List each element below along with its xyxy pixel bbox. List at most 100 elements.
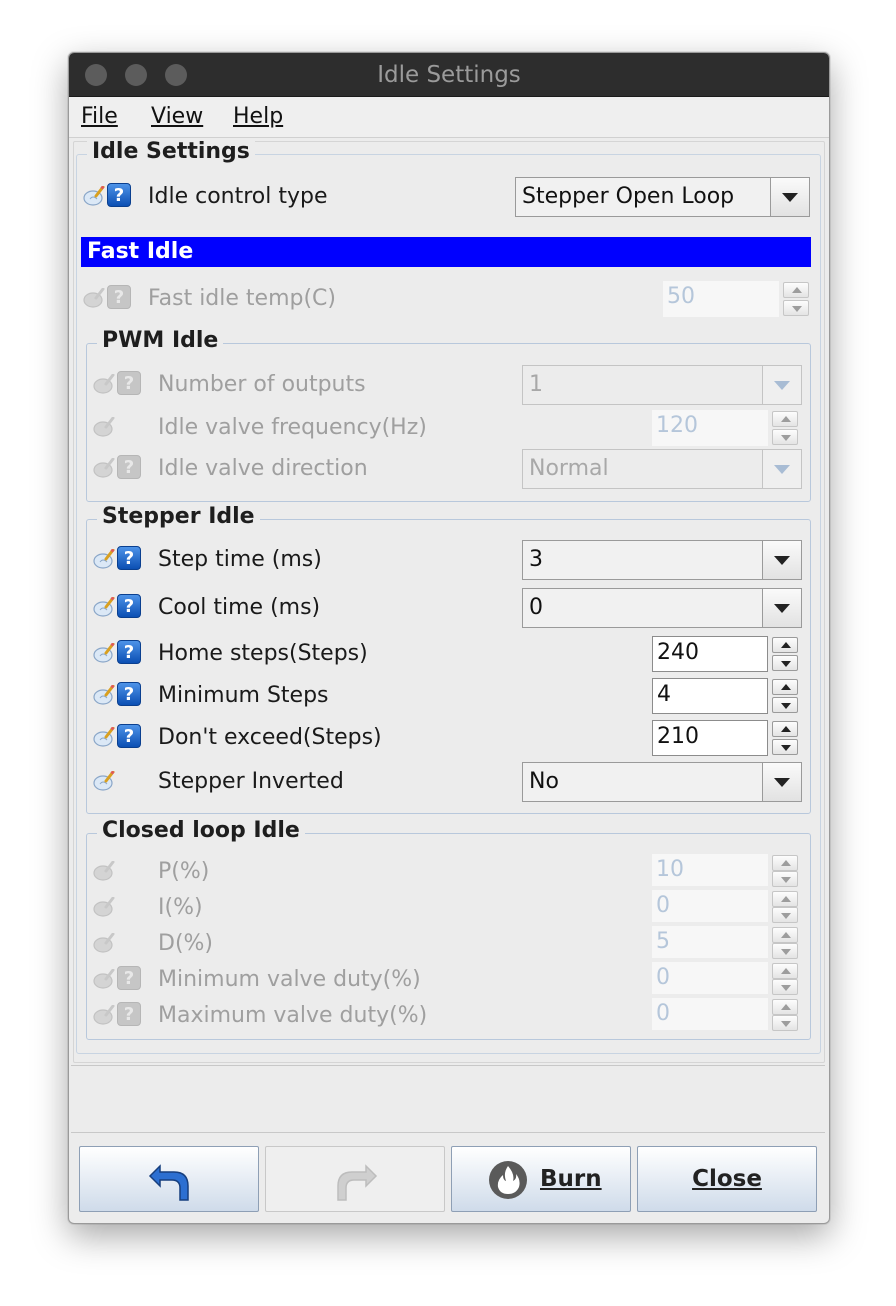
edit-flask-icon[interactable] xyxy=(93,771,115,791)
chevron-down-icon[interactable] xyxy=(762,763,801,801)
p-input: 10 xyxy=(652,854,768,886)
home-steps-label: Home steps(Steps) xyxy=(158,641,368,666)
idle-valve-direction-select: Normal xyxy=(522,449,802,489)
edit-flask-icon xyxy=(83,288,105,308)
idle-valve-frequency-row: Idle valve frequency(Hz) 120 xyxy=(87,408,810,448)
close-button[interactable]: Close xyxy=(637,1146,817,1212)
edit-flask-icon[interactable] xyxy=(93,643,115,663)
spin-up-arrow-icon xyxy=(783,282,809,298)
closed-loop-idle-group: Closed loop Idle P(%) 10 I(%) 0 D(%) 5 ?… xyxy=(86,818,811,1040)
idle-settings-group-title: Idle Settings xyxy=(87,139,255,164)
pwm-idle-group: PWM Idle ? Number of outputs 1 Idle valv… xyxy=(86,328,811,502)
edit-flask-icon[interactable] xyxy=(83,186,105,206)
minimum-steps-row: ? Minimum Steps 4 xyxy=(87,676,810,716)
chevron-down-icon[interactable] xyxy=(762,589,801,627)
edit-flask-icon xyxy=(93,897,115,917)
edit-flask-icon[interactable] xyxy=(93,685,115,705)
menu-file[interactable]: File xyxy=(81,104,118,129)
dont-exceed-input[interactable]: 210 xyxy=(652,720,768,756)
spin-down-arrow-icon xyxy=(772,979,798,995)
idle-settings-group: Idle Settings ? Idle control type Steppe… xyxy=(76,139,821,1054)
spin-down-arrow-icon xyxy=(772,871,798,887)
spin-up-arrow-icon[interactable] xyxy=(772,637,798,653)
spin-up-arrow-icon[interactable] xyxy=(772,721,798,737)
fast-idle-temp-row: ? Fast idle temp(C) 50 xyxy=(77,279,820,319)
redo-button[interactable] xyxy=(265,1146,445,1212)
edit-flask-icon[interactable] xyxy=(93,549,115,569)
spin-down-arrow-icon[interactable] xyxy=(772,655,798,671)
menu-view[interactable]: View xyxy=(151,104,203,129)
help-icon[interactable]: ? xyxy=(117,640,141,664)
number-of-outputs-row: ? Number of outputs 1 xyxy=(87,365,810,405)
help-icon[interactable]: ? xyxy=(117,594,141,618)
idle-control-type-label: Idle control type xyxy=(148,184,328,209)
p-row: P(%) 10 xyxy=(87,852,810,892)
help-icon: ? xyxy=(117,1002,141,1026)
d-input: 5 xyxy=(652,926,768,958)
dont-exceed-label: Don't exceed(Steps) xyxy=(158,725,382,750)
edit-flask-icon xyxy=(93,458,115,478)
cool-time-select[interactable]: 0 xyxy=(522,588,802,628)
menu-help[interactable]: Help xyxy=(233,104,283,129)
help-icon[interactable]: ? xyxy=(117,724,141,748)
idle-control-type-select[interactable]: Stepper Open Loop xyxy=(515,177,810,217)
edit-flask-icon[interactable] xyxy=(93,597,115,617)
edit-flask-icon xyxy=(93,861,115,881)
window-title: Idle Settings xyxy=(377,62,521,88)
undo-button[interactable] xyxy=(79,1146,259,1212)
spin-up-arrow-icon xyxy=(772,927,798,943)
spin-up-arrow-icon xyxy=(772,855,798,871)
burn-label: Burn xyxy=(540,1166,602,1192)
cool-time-row: ? Cool time (ms) 0 xyxy=(87,588,810,628)
chevron-down-icon[interactable] xyxy=(770,178,809,216)
stepper-inverted-select[interactable]: No xyxy=(522,762,802,802)
maximum-valve-duty-row: ? Maximum valve duty(%) 0 xyxy=(87,996,810,1036)
spin-down-arrow-icon xyxy=(783,300,809,316)
burn-button[interactable]: Burn xyxy=(451,1146,631,1212)
closed-loop-idle-group-title: Closed loop Idle xyxy=(97,818,305,843)
flame-icon xyxy=(489,1161,527,1199)
stepper-idle-group-title: Stepper Idle xyxy=(97,504,260,529)
stepper-inverted-row: Stepper Inverted No xyxy=(87,762,810,802)
help-icon[interactable]: ? xyxy=(107,183,131,207)
fast-idle-temp-input: 50 xyxy=(663,281,779,317)
edit-flask-icon[interactable] xyxy=(93,727,115,747)
spin-down-arrow-icon xyxy=(772,907,798,923)
edit-flask-icon xyxy=(93,417,115,437)
help-icon: ? xyxy=(117,966,141,990)
idle-valve-frequency-label: Idle valve frequency(Hz) xyxy=(158,415,427,440)
minimum-valve-duty-row: ? Minimum valve duty(%) 0 xyxy=(87,960,810,1000)
home-steps-input[interactable]: 240 xyxy=(652,636,768,672)
spin-down-arrow-icon xyxy=(772,429,798,445)
help-icon[interactable]: ? xyxy=(117,546,141,570)
chevron-down-icon xyxy=(762,450,801,488)
d-row: D(%) 5 xyxy=(87,924,810,964)
edit-flask-icon xyxy=(93,1005,115,1025)
title-bar[interactable]: Idle Settings xyxy=(69,53,829,97)
help-icon[interactable]: ? xyxy=(117,682,141,706)
minimum-valve-duty-input: 0 xyxy=(652,962,768,994)
spin-up-arrow-icon xyxy=(772,411,798,427)
spin-down-arrow-icon[interactable] xyxy=(772,739,798,755)
step-time-select[interactable]: 3 xyxy=(522,540,802,580)
dont-exceed-row: ? Don't exceed(Steps) 210 xyxy=(87,718,810,758)
fast-idle-section-header: Fast Idle xyxy=(81,237,811,267)
spin-up-arrow-icon[interactable] xyxy=(772,679,798,695)
idle-valve-direction-row: ? Idle valve direction Normal xyxy=(87,449,810,489)
p-label: P(%) xyxy=(158,859,210,884)
maximum-valve-duty-input: 0 xyxy=(652,998,768,1030)
minimum-steps-input[interactable]: 4 xyxy=(652,678,768,714)
idle-control-type-row: ? Idle control type Stepper Open Loop xyxy=(77,177,820,217)
spin-up-arrow-icon xyxy=(772,963,798,979)
spin-down-arrow-icon[interactable] xyxy=(772,697,798,713)
number-of-outputs-select: 1 xyxy=(522,365,802,405)
idle-valve-frequency-input: 120 xyxy=(652,410,768,446)
settings-panel: Idle Settings ? Idle control type Steppe… xyxy=(73,139,825,1063)
spin-up-arrow-icon xyxy=(772,999,798,1015)
chevron-down-icon[interactable] xyxy=(762,541,801,579)
cool-time-label: Cool time (ms) xyxy=(158,595,321,620)
step-time-label: Step time (ms) xyxy=(158,547,322,572)
undo-arrow-icon xyxy=(148,1164,189,1201)
fast-idle-temp-label: Fast idle temp(C) xyxy=(148,286,336,311)
i-input: 0 xyxy=(652,890,768,922)
